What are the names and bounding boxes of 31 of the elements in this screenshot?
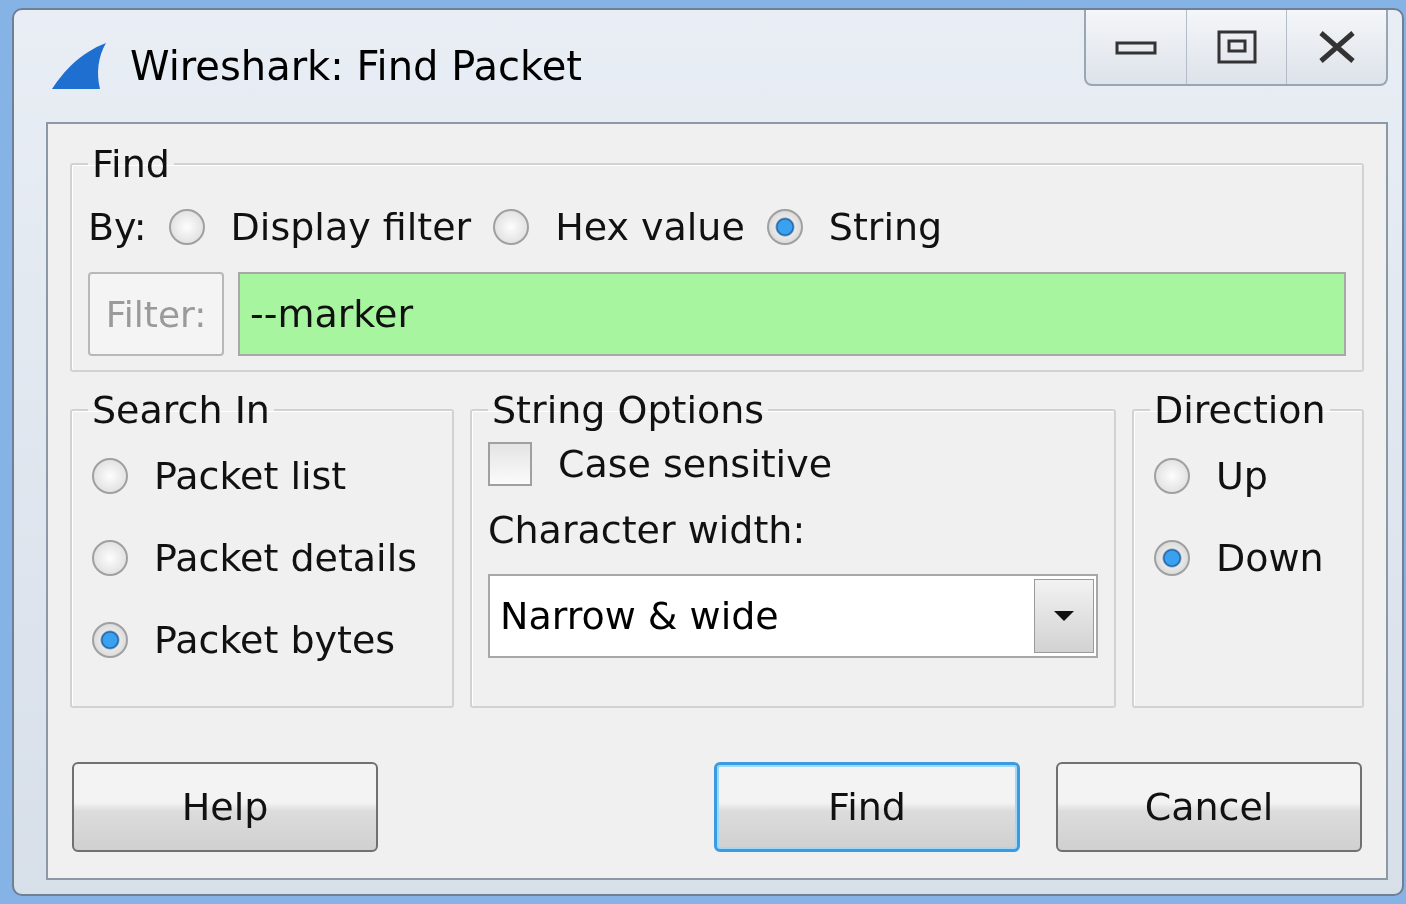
radio-button[interactable] bbox=[1154, 458, 1190, 494]
radio-button[interactable] bbox=[493, 209, 530, 245]
checkbox[interactable] bbox=[488, 442, 532, 486]
radio-button[interactable] bbox=[168, 209, 205, 245]
group-title: Search In bbox=[91, 388, 271, 432]
dialog-button[interactable]: Cancel bbox=[1056, 762, 1362, 852]
radio-label[interactable]: Packet details bbox=[154, 536, 417, 580]
character-width-dropdown[interactable]: Narrow & wide bbox=[488, 574, 1098, 658]
radio-label[interactable]: Up bbox=[1216, 454, 1268, 498]
group-title: Find bbox=[91, 142, 171, 186]
radio-button[interactable] bbox=[1154, 540, 1190, 576]
checkbox-label[interactable]: Case sensitive bbox=[558, 442, 832, 486]
group-title: Direction bbox=[1153, 388, 1327, 432]
radio-button[interactable] bbox=[766, 209, 803, 245]
dialog-button[interactable]: Help bbox=[72, 762, 378, 852]
radio-label[interactable]: Packet list bbox=[154, 454, 347, 498]
radio-label[interactable]: String bbox=[828, 205, 943, 249]
radio-label[interactable]: Hex value bbox=[555, 205, 745, 249]
radio-button[interactable] bbox=[92, 540, 128, 576]
radio-label[interactable]: Display filter bbox=[230, 205, 472, 249]
dialog-button[interactable]: Find bbox=[714, 762, 1020, 852]
filter-input[interactable]: --marker bbox=[238, 272, 1346, 356]
group-title: String Options bbox=[491, 388, 766, 432]
by-label: By: bbox=[88, 205, 147, 249]
character-width-label: Character width: bbox=[488, 508, 807, 552]
window-title: Wireshark: Find Packet bbox=[130, 43, 582, 89]
radio-label[interactable]: Packet bytes bbox=[154, 618, 396, 662]
radio-button[interactable] bbox=[92, 622, 128, 658]
radio-button[interactable] bbox=[92, 458, 128, 494]
shark-fin-icon bbox=[50, 41, 108, 91]
radio-label[interactable]: Down bbox=[1216, 536, 1324, 580]
